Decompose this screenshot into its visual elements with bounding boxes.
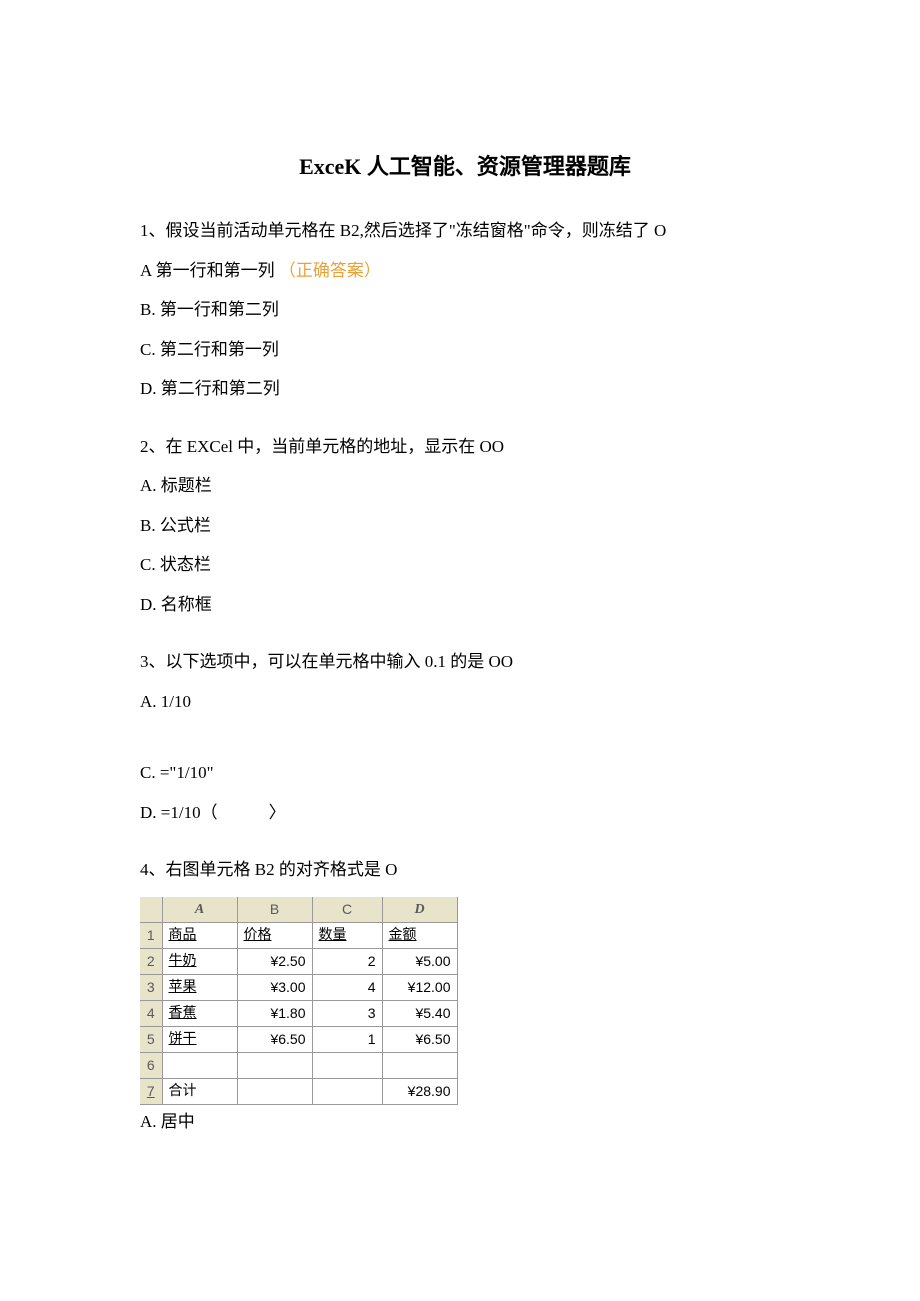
col-B: B: [237, 897, 312, 923]
cell: 苹果: [162, 974, 237, 1000]
q1-a-text: A 第一行和第一列: [140, 261, 275, 280]
q1-option-b: B. 第一行和第二列: [140, 297, 790, 323]
table-row: 1 商品 价格 数量 金额: [140, 922, 457, 948]
row-num: 4: [140, 1000, 162, 1026]
question-3: 3、以下选项中，可以在单元格中输入 0.1 的是 OO A. 1/10 C. =…: [140, 649, 790, 825]
q1-correct-mark: （正确答案）: [279, 261, 381, 280]
cell: ¥6.50: [382, 1026, 457, 1052]
data-table: A B C D 1 商品 价格 数量 金额 2 牛奶 ¥2.50 2: [140, 897, 458, 1105]
col-C: C: [312, 897, 382, 923]
cell: 价格: [237, 922, 312, 948]
row-num: 6: [140, 1052, 162, 1078]
cell: ¥3.00: [237, 974, 312, 1000]
cell: [237, 1078, 312, 1104]
table-row: 7 合计 ¥28.90: [140, 1078, 457, 1104]
cell: 数量: [312, 922, 382, 948]
cell: ¥1.80: [237, 1000, 312, 1026]
cell: 1: [312, 1026, 382, 1052]
cell: [162, 1052, 237, 1078]
cell: 商品: [162, 922, 237, 948]
row-num: 3: [140, 974, 162, 1000]
question-4: 4、右图单元格 B2 的对齐格式是 O A B C D 1 商品 价格 数量 金…: [140, 857, 790, 1134]
q2-option-d: D. 名称框: [140, 592, 790, 618]
q3-option-d: D. =1/10（ 〉: [140, 800, 790, 826]
cell: ¥2.50: [237, 948, 312, 974]
spreadsheet-table: A B C D 1 商品 价格 数量 金额 2 牛奶 ¥2.50 2: [140, 897, 790, 1105]
cell: 2: [312, 948, 382, 974]
cell: ¥5.40: [382, 1000, 457, 1026]
cell: [382, 1052, 457, 1078]
q1-option-d: D. 第二行和第二列: [140, 376, 790, 402]
q1-option-c: C. 第二行和第一列: [140, 337, 790, 363]
q4-stem: 4、右图单元格 B2 的对齐格式是 O: [140, 857, 790, 883]
table-row: 2 牛奶 ¥2.50 2 ¥5.00: [140, 948, 457, 974]
document-page: ExceK 人工智能、资源管理器题库 1、假设当前活动单元格在 B2,然后选择了…: [0, 0, 920, 1226]
question-2: 2、在 EXCel 中，当前单元格的地址，显示在 OO A. 标题栏 B. 公式…: [140, 434, 790, 618]
q3-blank: [140, 728, 790, 746]
q3-option-c: C. ="1/10": [140, 760, 790, 786]
row-num: 7: [140, 1078, 162, 1104]
cell: 金额: [382, 922, 457, 948]
cell: [237, 1052, 312, 1078]
cell: [312, 1078, 382, 1104]
q3-stem: 3、以下选项中，可以在单元格中输入 0.1 的是 OO: [140, 649, 790, 675]
q3-option-a: A. 1/10: [140, 689, 790, 715]
cell: 饼干: [162, 1026, 237, 1052]
table-header-row: A B C D: [140, 897, 457, 923]
q4-option-a: A. 居中: [140, 1109, 790, 1135]
q1-stem: 1、假设当前活动单元格在 B2,然后选择了"冻结窗格"命令，则冻结了 O: [140, 218, 790, 244]
table-corner: [140, 897, 162, 923]
cell: [312, 1052, 382, 1078]
cell: 4: [312, 974, 382, 1000]
cell: 香蕉: [162, 1000, 237, 1026]
table-row: 4 香蕉 ¥1.80 3 ¥5.40: [140, 1000, 457, 1026]
document-title: ExceK 人工智能、资源管理器题库: [140, 150, 790, 183]
table-row: 5 饼干 ¥6.50 1 ¥6.50: [140, 1026, 457, 1052]
cell: 合计: [162, 1078, 237, 1104]
cell: ¥12.00: [382, 974, 457, 1000]
q1-option-a: A 第一行和第一列 （正确答案）: [140, 258, 790, 284]
question-1: 1、假设当前活动单元格在 B2,然后选择了"冻结窗格"命令，则冻结了 O A 第…: [140, 218, 790, 402]
cell: 牛奶: [162, 948, 237, 974]
table-row: 3 苹果 ¥3.00 4 ¥12.00: [140, 974, 457, 1000]
row-num: 1: [140, 922, 162, 948]
cell: 3: [312, 1000, 382, 1026]
cell: ¥5.00: [382, 948, 457, 974]
q2-option-a: A. 标题栏: [140, 473, 790, 499]
col-D: D: [382, 897, 457, 923]
col-A: A: [162, 897, 237, 923]
row-num: 2: [140, 948, 162, 974]
cell: ¥28.90: [382, 1078, 457, 1104]
row-num: 5: [140, 1026, 162, 1052]
cell: ¥6.50: [237, 1026, 312, 1052]
q2-stem: 2、在 EXCel 中，当前单元格的地址，显示在 OO: [140, 434, 790, 460]
q2-option-b: B. 公式栏: [140, 513, 790, 539]
table-row: 6: [140, 1052, 457, 1078]
q2-option-c: C. 状态栏: [140, 552, 790, 578]
